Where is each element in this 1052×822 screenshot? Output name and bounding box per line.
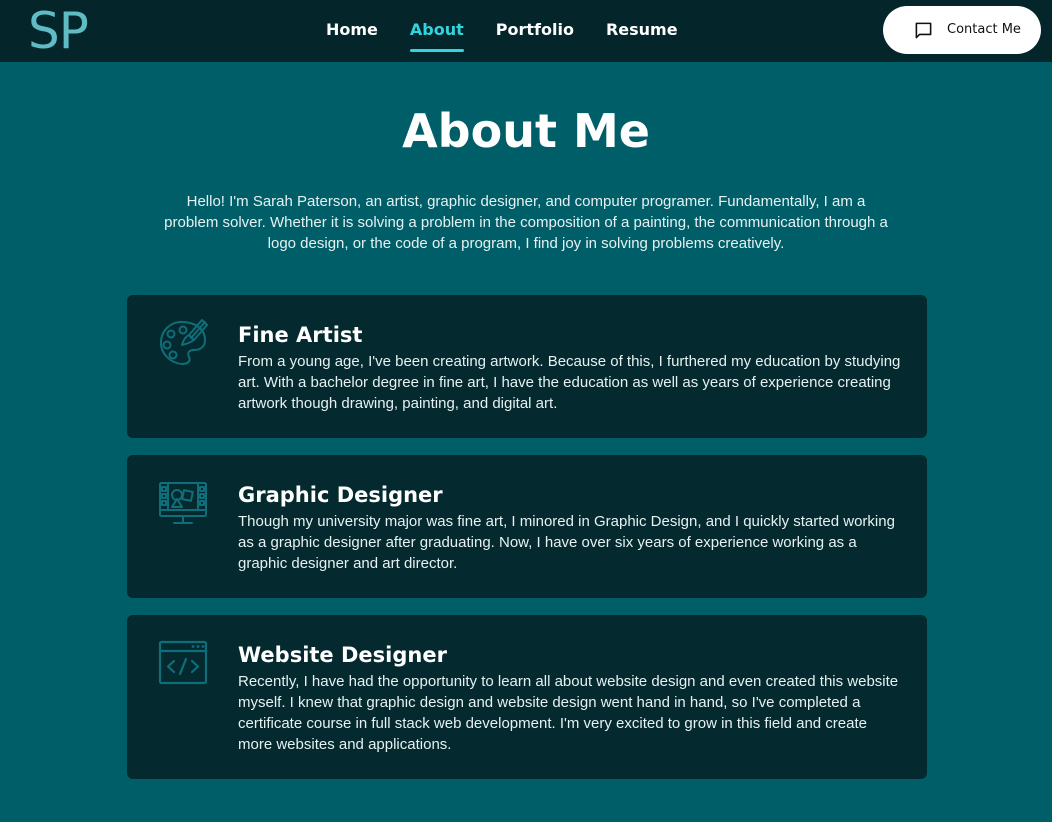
main-nav: Home About Portfolio Resume xyxy=(326,0,678,62)
message-square-icon xyxy=(915,22,932,39)
nav-link-home[interactable]: Home xyxy=(326,0,378,40)
card-title: Website Designer xyxy=(238,643,447,667)
skill-card-website-designer: Website Designer Recently, I have had th… xyxy=(127,615,927,779)
skill-card-fine-artist: Fine Artist From a young age, I've been … xyxy=(127,295,927,438)
site-logo[interactable]: SP xyxy=(28,2,89,60)
card-title: Fine Artist xyxy=(238,323,363,347)
page-title: About Me xyxy=(402,104,650,158)
contact-me-button[interactable]: Contact Me xyxy=(883,6,1041,54)
navbar: SP Home About Portfolio Resume Contact M… xyxy=(0,0,1052,62)
card-title: Graphic Designer xyxy=(238,483,443,507)
nav-link-resume[interactable]: Resume xyxy=(606,0,678,40)
card-description: Recently, I have had the opportunity to … xyxy=(238,673,899,753)
nav-link-portfolio[interactable]: Portfolio xyxy=(496,0,574,40)
design-monitor-icon xyxy=(159,482,207,524)
card-description: From a young age, I've been creating art… xyxy=(238,353,901,412)
palette-icon xyxy=(159,319,208,365)
skill-card-graphic-designer: Graphic Designer Though my university ma… xyxy=(127,455,927,598)
intro-paragraph: Hello! I'm Sarah Paterson, an artist, gr… xyxy=(164,193,888,252)
card-description: Though my university major was fine art,… xyxy=(238,513,895,572)
nav-link-about[interactable]: About xyxy=(409,0,464,52)
contact-me-label: Contact Me xyxy=(947,22,1021,37)
code-window-icon xyxy=(158,640,208,685)
